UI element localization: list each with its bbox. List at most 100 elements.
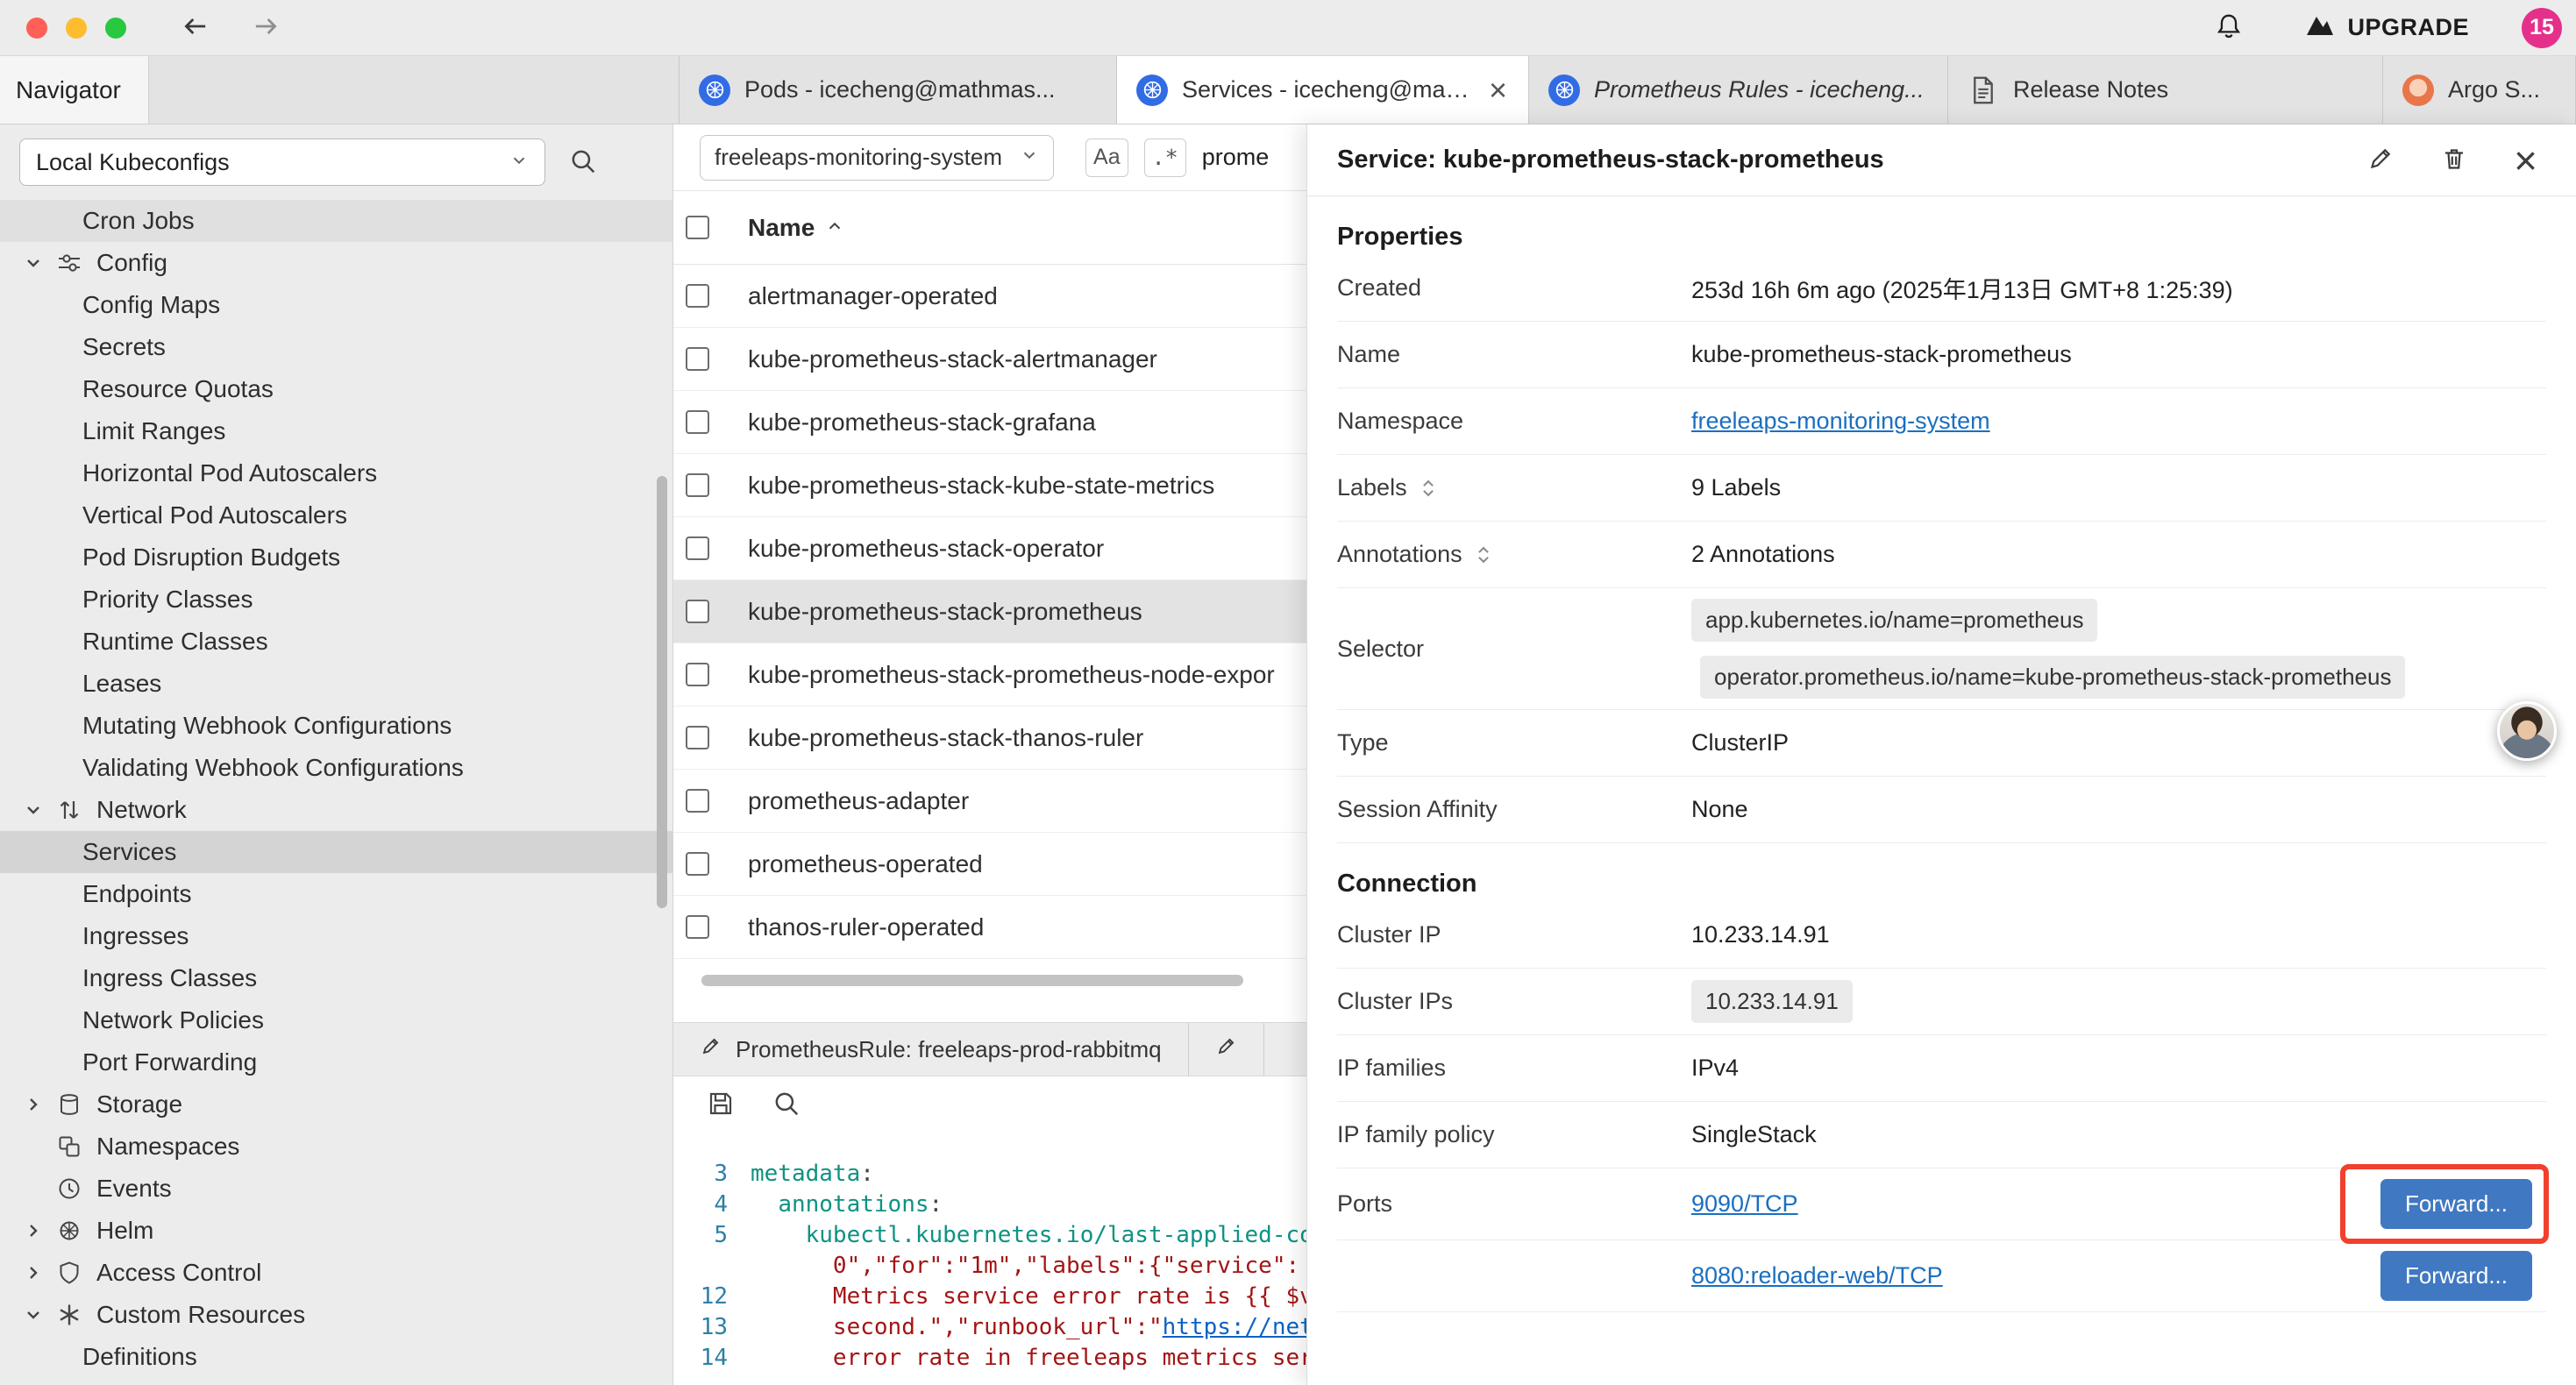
search-input[interactable]: prome xyxy=(1202,144,1270,171)
port-link[interactable]: 9090/TCP xyxy=(1691,1190,1798,1218)
sidebar-item-endpoints[interactable]: Endpoints xyxy=(0,873,672,915)
sidebar-item-vertical-pod-autoscalers[interactable]: Vertical Pod Autoscalers xyxy=(0,494,672,536)
save-button[interactable] xyxy=(707,1090,735,1120)
tab-services-icecheng-math[interactable]: Services - icecheng@math...× xyxy=(1117,56,1529,124)
regex-toggle[interactable]: .* xyxy=(1144,138,1186,177)
expand-icon[interactable] xyxy=(1420,477,1437,500)
sidebar-item-definitions[interactable]: Definitions xyxy=(0,1336,672,1378)
sidebar-item-label: Priority Classes xyxy=(82,586,253,614)
name-column-header[interactable]: Name xyxy=(748,214,844,242)
row-checkbox[interactable] xyxy=(686,852,709,876)
search-icon xyxy=(772,1089,801,1121)
sidebar-item-limit-ranges[interactable]: Limit Ranges xyxy=(0,410,672,452)
upgrade-button[interactable]: UPGRADE xyxy=(2305,11,2469,44)
sidebar-search-button[interactable] xyxy=(568,146,598,179)
sidebar-item-runtime-classes[interactable]: Runtime Classes xyxy=(0,621,672,663)
forward-arrow-icon xyxy=(251,11,281,44)
sidebar-item-services[interactable]: Services xyxy=(0,831,672,873)
service-name: kube-prometheus-stack-prometheus xyxy=(748,598,1142,626)
tab-pods-icecheng-mathmas[interactable]: Pods - icecheng@mathmas... xyxy=(679,56,1117,124)
sidebar-item-horizontal-pod-autoscalers[interactable]: Horizontal Pod Autoscalers xyxy=(0,452,672,494)
close-drawer-icon[interactable]: × xyxy=(2514,140,2537,181)
detail-label: Name xyxy=(1337,341,1691,368)
port-link[interactable]: 8080:reloader-web/TCP xyxy=(1691,1262,1943,1289)
row-checkbox[interactable] xyxy=(686,789,709,813)
delete-resource-button[interactable] xyxy=(2440,145,2468,175)
row-checkbox[interactable] xyxy=(686,726,709,749)
notifications-button[interactable] xyxy=(2214,11,2244,44)
kubeconfig-selector[interactable]: Local Kubeconfigs xyxy=(19,138,545,186)
sidebar-item-pod-disruption-budgets[interactable]: Pod Disruption Budgets xyxy=(0,536,672,579)
sidebar-item-network[interactable]: Network xyxy=(0,789,672,831)
drawer-body: PropertiesCreated253d 16h 6m ago (2025年1… xyxy=(1307,196,2576,1385)
sidebar-item-resource-quotas[interactable]: Resource Quotas xyxy=(0,368,672,410)
sidebar-item-custom-resources[interactable]: Custom Resources xyxy=(0,1294,672,1336)
editor-tab-stub[interactable] xyxy=(1189,1023,1264,1076)
close-window-icon[interactable] xyxy=(26,18,47,39)
tab-argo-s[interactable]: Argo S... xyxy=(2383,56,2576,124)
editor-search-button[interactable] xyxy=(772,1089,801,1121)
sidebar-item-config[interactable]: Config xyxy=(0,242,672,284)
helm-icon xyxy=(56,1218,96,1244)
sidebar-item-leases[interactable]: Leases xyxy=(0,663,672,705)
sidebar-item-label: Validating Webhook Configurations xyxy=(82,754,464,782)
sidebar-item-config-maps[interactable]: Config Maps xyxy=(0,284,672,326)
sidebar-item-access-control[interactable]: Access Control xyxy=(0,1252,672,1294)
detail-label: Cluster IPs xyxy=(1337,988,1691,1015)
document-icon xyxy=(1968,75,1999,106)
chevron-down-icon xyxy=(23,1304,56,1325)
sidebar-item-label: Definitions xyxy=(82,1343,197,1371)
line-number: 12 xyxy=(673,1282,751,1312)
sidebar-item-secrets[interactable]: Secrets xyxy=(0,326,672,368)
sidebar-item-mutating-webhook-configurations[interactable]: Mutating Webhook Configurations xyxy=(0,705,672,747)
row-checkbox[interactable] xyxy=(686,536,709,560)
row-checkbox[interactable] xyxy=(686,410,709,434)
detail-row: Annotations2 Annotations xyxy=(1337,522,2546,588)
sidebar-item-ingresses[interactable]: Ingresses xyxy=(0,915,672,957)
row-checkbox[interactable] xyxy=(686,284,709,308)
forward-button[interactable]: Forward... xyxy=(2380,1251,2532,1301)
section-title: Connection xyxy=(1337,870,2546,898)
sidebar-item-priority-classes[interactable]: Priority Classes xyxy=(0,579,672,621)
editor-tab-prometheusrule[interactable]: PrometheusRule: freeleaps-prod-rabbitmq xyxy=(673,1023,1189,1076)
namespace-filter-dropdown[interactable]: freeleaps-monitoring-system xyxy=(700,135,1054,181)
sidebar-item-helm[interactable]: Helm xyxy=(0,1210,672,1252)
minimize-window-icon[interactable] xyxy=(66,18,87,39)
sidebar-item-validating-webhook-configurations[interactable]: Validating Webhook Configurations xyxy=(0,747,672,789)
tab-label: Prometheus Rules - icecheng... xyxy=(1594,76,1928,103)
port-line: 8080:reloader-web/TCP Forward... xyxy=(1691,1251,2546,1301)
notification-count-badge[interactable]: 15 xyxy=(2522,8,2562,48)
kubeconfig-selector-value: Local Kubeconfigs xyxy=(36,149,230,176)
edit-resource-button[interactable] xyxy=(2366,145,2395,175)
sidebar-item-events[interactable]: Events xyxy=(0,1168,672,1210)
forward-button-nav[interactable] xyxy=(251,11,281,44)
sidebar-item-label: Access Control xyxy=(96,1259,261,1287)
sidebar-item-cron-jobs[interactable]: Cron Jobs xyxy=(0,200,672,242)
sidebar-item-port-forwarding[interactable]: Port Forwarding xyxy=(0,1041,672,1083)
tab-prometheus-rules-icecheng[interactable]: Prometheus Rules - icecheng... xyxy=(1529,56,1948,124)
row-checkbox[interactable] xyxy=(686,600,709,623)
service-name: kube-prometheus-stack-thanos-ruler xyxy=(748,724,1143,752)
sidebar-item-storage[interactable]: Storage xyxy=(0,1083,672,1126)
row-checkbox[interactable] xyxy=(686,473,709,497)
row-checkbox[interactable] xyxy=(686,663,709,686)
match-case-toggle[interactable]: Aa xyxy=(1085,138,1128,177)
user-avatar[interactable] xyxy=(2497,701,2557,761)
sidebar-item-ingress-classes[interactable]: Ingress Classes xyxy=(0,957,672,999)
row-checkbox[interactable] xyxy=(686,915,709,939)
sidebar-item-namespaces[interactable]: Namespaces xyxy=(0,1126,672,1168)
row-checkbox[interactable] xyxy=(686,347,709,371)
maximize-window-icon[interactable] xyxy=(105,18,126,39)
expand-icon[interactable] xyxy=(1475,543,1492,566)
sidebar-item-network-policies[interactable]: Network Policies xyxy=(0,999,672,1041)
forward-button[interactable]: Forward... xyxy=(2380,1179,2532,1229)
tab-release-notes[interactable]: Release Notes xyxy=(1948,56,2383,124)
list-search[interactable]: Aa .* prome xyxy=(1085,138,1269,177)
back-button[interactable] xyxy=(181,11,210,44)
sidebar-scrollbar[interactable] xyxy=(657,476,667,908)
select-all-checkbox[interactable] xyxy=(686,216,709,239)
horizontal-scrollbar[interactable] xyxy=(701,975,1243,986)
close-tab-icon[interactable]: × xyxy=(1487,75,1509,106)
sidebar-item-label: Namespaces xyxy=(96,1133,239,1161)
namespace-link[interactable]: freeleaps-monitoring-system xyxy=(1691,408,1990,435)
